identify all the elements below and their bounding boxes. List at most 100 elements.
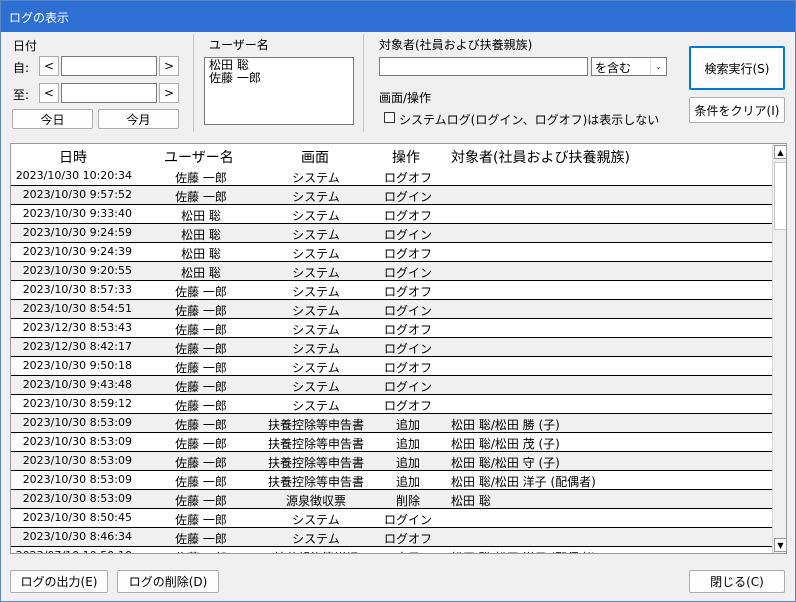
- cell-user: 佐藤 一郎: [175, 380, 227, 394]
- column-header-operation[interactable]: 操作: [392, 147, 420, 167]
- table-row[interactable]: 2023/12/30 8:42:17 佐藤 一郎 システム ログイン: [11, 338, 772, 357]
- table-row[interactable]: 2023/07/10 10:50:10 佐藤 一郎 扶養親族等詳細表示 松田 聡/松田…: [11, 547, 772, 553]
- table-row[interactable]: 2023/10/30 8:57:33 佐藤 一郎 システム ログオフ: [11, 281, 772, 300]
- to-next-button[interactable]: >: [159, 83, 179, 103]
- cell-screen: 扶養控除等申告書: [267, 456, 364, 470]
- table-row[interactable]: 2023/10/30 8:53:09 佐藤 一郎 扶養控除等申告書 追加 松田 聡/松田…: [11, 433, 772, 452]
- table-row[interactable]: 2023/10/30 8:53:09 佐藤 一郎 扶養控除等申告書 追加 松田 聡/松田…: [11, 471, 772, 490]
- table-row[interactable]: 2023/10/30 9:24:39 松田 聡 システム ログオフ: [11, 243, 772, 262]
- hide-system-label: システムログ(ログイン、ログオフ)は表示しない: [399, 113, 660, 127]
- match-mode-select[interactable]: を含む ⌄: [591, 57, 667, 76]
- target-label: 対象者(社員および扶養親族): [379, 38, 533, 52]
- table-row[interactable]: 2023/10/30 9:20:55 松田 聡 システム ログイン: [11, 262, 772, 281]
- table-row[interactable]: 2023/10/30 8:46:34 佐藤 一郎 システム ログオフ: [11, 528, 772, 547]
- cell-screen: システム: [292, 342, 340, 356]
- delete-log-button[interactable]: ログの削除(D): [117, 570, 219, 593]
- cell-operation: ログオフ: [383, 209, 432, 223]
- table-row[interactable]: 2023/10/30 10:20:34 佐藤 一郎 システム ログオフ: [11, 167, 772, 186]
- cell-screen: システム: [292, 247, 340, 261]
- cell-screen: システム: [292, 171, 340, 185]
- cell-datetime: 2023/10/30 8:54:51: [22, 302, 132, 315]
- this-month-button[interactable]: 今月: [98, 109, 179, 129]
- from-date-input[interactable]: [61, 56, 157, 76]
- user-list-item[interactable]: 佐藤 一郎: [209, 72, 349, 85]
- title-bar: ログの表示: [1, 1, 795, 32]
- table-row[interactable]: 2023/10/30 8:54:51 佐藤 一郎 システム ログイン: [11, 300, 772, 319]
- from-prev-button[interactable]: <: [39, 56, 59, 76]
- cell-operation: ログオフ: [383, 285, 432, 299]
- column-header-screen[interactable]: 画面: [301, 147, 329, 167]
- cell-datetime: 2023/07/10 10:50:10: [11, 549, 132, 553]
- cell-operation: 追加: [395, 437, 420, 451]
- chevron-right-icon: >: [163, 86, 175, 100]
- from-label: 自:: [13, 61, 30, 75]
- cell-operation: ログオフ: [383, 532, 432, 546]
- table-row[interactable]: 2023/10/30 8:50:45 佐藤 一郎 システム ログイン: [11, 509, 772, 528]
- table-row[interactable]: 2023/10/30 8:53:09 佐藤 一郎 源泉徴収票 削除 松田 聡: [11, 490, 772, 509]
- cell-user: 佐藤 一郎: [175, 494, 227, 508]
- cell-datetime: 2023/12/30 8:42:17: [22, 340, 132, 353]
- cell-target: 松田 聡/松田 洋子 (配偶者): [451, 549, 596, 553]
- cell-user: 佐藤 一郎: [175, 304, 227, 318]
- cell-user: 佐藤 一郎: [175, 190, 227, 204]
- cell-operation: ログオフ: [383, 247, 432, 261]
- cell-user: 松田 聡: [181, 209, 221, 223]
- cell-operation: 追加: [395, 418, 420, 432]
- export-log-button[interactable]: ログの出力(E): [10, 570, 108, 593]
- cell-screen: システム: [292, 228, 340, 242]
- cell-operation: ログイン: [383, 513, 432, 527]
- table-row[interactable]: 2023/12/30 8:53:43 佐藤 一郎 システム ログオフ: [11, 319, 772, 338]
- cell-user: 佐藤 一郎: [175, 418, 227, 432]
- cell-screen: システム: [292, 513, 340, 527]
- table-row[interactable]: 2023/10/30 8:59:12 佐藤 一郎 システム ログオフ: [11, 395, 772, 414]
- cell-datetime: 2023/10/30 9:20:55: [22, 264, 132, 277]
- scrollbar-thumb[interactable]: [774, 162, 786, 230]
- cell-operation: ログイン: [383, 190, 432, 204]
- cell-datetime: 2023/10/30 8:53:09: [22, 473, 132, 486]
- vertical-scrollbar[interactable]: ▲ ▼: [772, 144, 786, 553]
- hide-system-checkbox[interactable]: [384, 112, 395, 123]
- cell-screen: システム: [292, 190, 340, 204]
- cell-screen: システム: [292, 285, 340, 299]
- target-input[interactable]: [379, 57, 588, 76]
- cell-screen: システム: [292, 304, 340, 318]
- clear-conditions-button[interactable]: 条件をクリア(I): [689, 97, 785, 123]
- table-row[interactable]: 2023/10/30 9:33:40 松田 聡 システム ログオフ: [11, 205, 772, 224]
- cell-datetime: 2023/10/30 8:59:12: [22, 397, 132, 410]
- cell-datetime: 2023/10/30 9:24:59: [22, 226, 132, 239]
- cell-datetime: 2023/10/30 9:33:40: [22, 207, 132, 220]
- today-button[interactable]: 今日: [12, 109, 93, 129]
- scroll-up-icon[interactable]: ▲: [774, 145, 786, 159]
- close-button[interactable]: 閉じる(C): [689, 570, 785, 593]
- table-body: 2023/10/30 10:20:34 佐藤 一郎 システム ログオフ 2023/10/…: [11, 167, 772, 553]
- table-row[interactable]: 2023/10/30 9:43:48 佐藤 一郎 システム ログイン: [11, 376, 772, 395]
- divider: [193, 34, 194, 132]
- log-table[interactable]: 日時 ユーザー名 画面 操作 対象者(社員および扶養親族) 2023/10/30…: [10, 143, 787, 554]
- user-listbox[interactable]: 松田 聡 佐藤 一郎: [204, 57, 354, 125]
- table-row[interactable]: 2023/10/30 8:53:09 佐藤 一郎 扶養控除等申告書 追加 松田 聡/松田…: [11, 452, 772, 471]
- table-row[interactable]: 2023/10/30 9:57:52 佐藤 一郎 システム ログイン: [11, 186, 772, 205]
- table-row[interactable]: 2023/10/30 9:24:59 松田 聡 システム ログイン: [11, 224, 772, 243]
- cell-operation: ログイン: [383, 380, 432, 394]
- column-header-datetime[interactable]: 日時: [59, 147, 87, 167]
- cell-screen: システム: [292, 209, 340, 223]
- search-button[interactable]: 検索実行(S): [689, 46, 785, 90]
- cell-target: 松田 聡/松田 洋子 (配偶者): [451, 475, 596, 489]
- cell-operation: 削除: [395, 494, 420, 508]
- table-row[interactable]: 2023/10/30 9:50:18 佐藤 一郎 システム ログオフ: [11, 357, 772, 376]
- cell-user: 佐藤 一郎: [175, 399, 227, 413]
- cell-screen: 扶養控除等申告書: [267, 475, 364, 489]
- from-next-button[interactable]: >: [159, 56, 179, 76]
- table-row[interactable]: 2023/10/30 8:53:09 佐藤 一郎 扶養控除等申告書 追加 松田 聡/松田…: [11, 414, 772, 433]
- to-prev-button[interactable]: <: [39, 83, 59, 103]
- divider: [363, 34, 364, 132]
- column-header-user[interactable]: ユーザー名: [164, 147, 234, 167]
- match-mode-value: を含む: [595, 61, 632, 75]
- scroll-down-icon[interactable]: ▼: [774, 538, 786, 552]
- cell-user: 佐藤 一郎: [175, 437, 227, 451]
- cell-user: 松田 聡: [181, 247, 221, 261]
- to-date-input[interactable]: [61, 83, 157, 103]
- column-header-target[interactable]: 対象者(社員および扶養親族): [451, 147, 630, 167]
- cell-screen: システム: [292, 399, 340, 413]
- cell-user: 松田 聡: [181, 266, 221, 280]
